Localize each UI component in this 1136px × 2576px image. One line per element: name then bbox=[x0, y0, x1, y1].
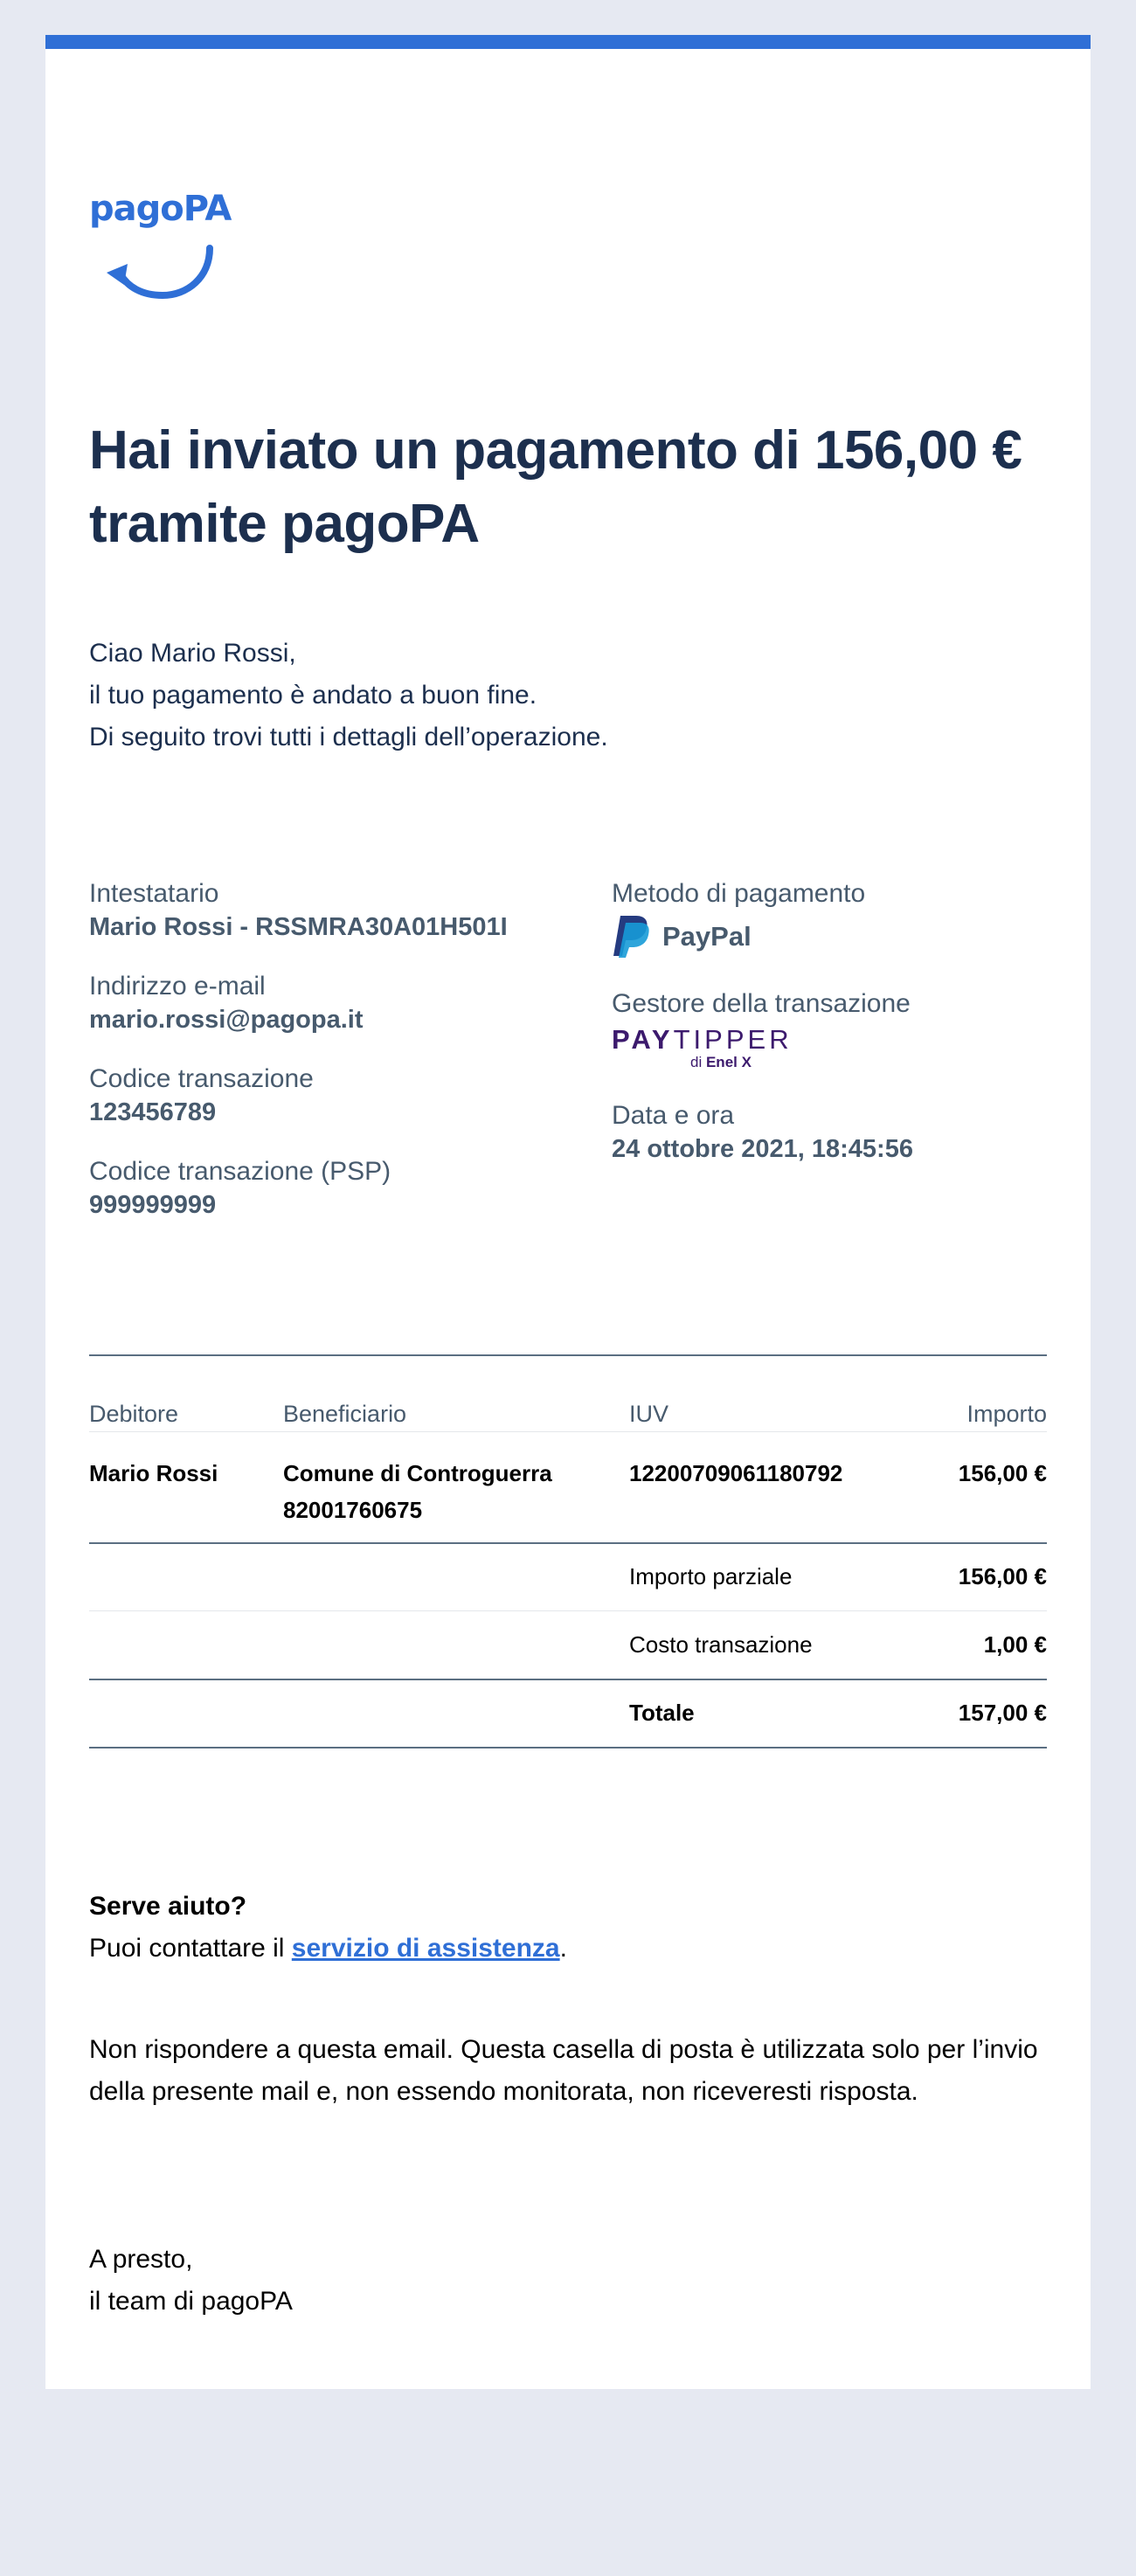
email-label: Indirizzo e-mail bbox=[89, 972, 266, 1001]
datetime-label: Data e ora bbox=[612, 1101, 735, 1130]
paytipper-logo-sub: di bbox=[690, 1054, 703, 1070]
header-beneficiary: Beneficiario bbox=[283, 1356, 629, 1432]
fee-row: Costo transazione 1,00 € bbox=[89, 1610, 1047, 1679]
greeting: Ciao Mario Rossi, il tuo pagamento è and… bbox=[89, 633, 1047, 758]
noreply-line-1: Non rispondere a questa email. Questa ca… bbox=[89, 2035, 1038, 2064]
total-row: Totale 157,00 € bbox=[89, 1678, 1047, 1748]
logo-arrow-icon bbox=[107, 245, 213, 300]
payment-method-name: PayPal bbox=[662, 921, 752, 952]
greeting-line-1: Ciao Mario Rossi, bbox=[89, 639, 296, 668]
row-debtor: Mario Rossi bbox=[89, 1431, 283, 1544]
holder-field: Intestatario Mario Rossi - RSSMRA30A01H5… bbox=[89, 877, 596, 944]
help-title: Serve aiuto? bbox=[89, 1892, 247, 1921]
pagopa-logo: pagoPA bbox=[89, 189, 1047, 300]
partial-amount-label: Importo parziale bbox=[629, 1542, 891, 1611]
psp-code-label: Codice transazione (PSP) bbox=[89, 1157, 391, 1186]
header-iuv: IUV bbox=[629, 1356, 891, 1432]
page-title-line-1: Hai inviato un pagamento di 156,00 € bbox=[89, 420, 1022, 481]
partial-amount-value: 156,00 € bbox=[891, 1542, 1047, 1611]
support-link[interactable]: servizio di assistenza bbox=[292, 1934, 560, 1963]
greeting-line-2: il tuo pagamento è andato a buon fine. bbox=[89, 681, 537, 710]
payment-method-label: Metodo di pagamento bbox=[612, 879, 866, 908]
details-right-column: Metodo di pagamento PayPal Gestore della… bbox=[612, 877, 1049, 1192]
email-card: pagoPA Hai inviato un pagamento di 156,0… bbox=[45, 35, 1091, 2389]
datetime-value: 24 ottobre 2021, 18:45:56 bbox=[612, 1135, 913, 1163]
total-label: Totale bbox=[629, 1678, 891, 1748]
paytipper-logo-sub-brand: Enel X bbox=[705, 1054, 752, 1070]
signoff: A presto, il team di pagoPA bbox=[89, 2239, 1047, 2323]
transaction-details: Intestatario Mario Rossi - RSSMRA30A01H5… bbox=[89, 877, 1047, 1297]
transaction-manager-field: Gestore della transazione PAYTIPPER di E… bbox=[612, 987, 1049, 1073]
header-debtor: Debitore bbox=[89, 1356, 283, 1432]
row-beneficiary-name: Comune di Controguerra bbox=[283, 1459, 552, 1486]
transaction-code-label: Codice transazione bbox=[89, 1064, 314, 1093]
paypal-icon bbox=[613, 916, 649, 958]
noreply-notice: Non rispondere a questa email. Questa ca… bbox=[89, 2029, 1047, 2113]
payment-method-field: Metodo di pagamento PayPal bbox=[612, 877, 1049, 961]
psp-code-field: Codice transazione (PSP) 999999999 bbox=[89, 1155, 596, 1222]
greeting-line-3: Di seguito trovi tutti i dettagli dell’o… bbox=[89, 723, 608, 751]
row-amount: 156,00 € bbox=[891, 1431, 1047, 1544]
partial-amount-row: Importo parziale 156,00 € bbox=[89, 1542, 1047, 1611]
payment-method-value: PayPal bbox=[612, 912, 1049, 961]
noreply-line-2: della presente mail e, non essendo monit… bbox=[89, 2077, 918, 2106]
help-section: Serve aiuto? Puoi contattare il servizio… bbox=[89, 1886, 1047, 1970]
psp-code-value: 999999999 bbox=[89, 1191, 217, 1219]
payment-table: Debitore Beneficiario IUV Importo Mario … bbox=[89, 1354, 1047, 1748]
paytipper-logo-pay: PAY bbox=[612, 1024, 674, 1055]
transaction-code-field: Codice transazione 123456789 bbox=[89, 1063, 596, 1129]
header-amount: Importo bbox=[891, 1356, 1047, 1432]
holder-label: Intestatario bbox=[89, 879, 219, 908]
holder-value: Mario Rossi - RSSMRA30A01H501I bbox=[89, 913, 508, 941]
signoff-line-1: A presto, bbox=[89, 2245, 193, 2274]
signoff-line-2: il team di pagoPA bbox=[89, 2287, 293, 2316]
page-title: Hai inviato un pagamento di 156,00 € tra… bbox=[89, 414, 1047, 561]
email-field: Indirizzo e-mail mario.rossi@pagopa.it bbox=[89, 970, 596, 1036]
row-iuv: 12200709061180792 bbox=[629, 1431, 891, 1544]
row-beneficiary-code: 82001760675 bbox=[283, 1496, 423, 1523]
paytipper-logo: PAYTIPPER di Enel X bbox=[612, 1024, 1049, 1073]
transaction-manager-label: Gestore della transazione bbox=[612, 989, 911, 1018]
table-row: Mario Rossi Comune di Controguerra 82001… bbox=[89, 1431, 1047, 1544]
fee-label: Costo transazione bbox=[629, 1610, 891, 1679]
fee-value: 1,00 € bbox=[891, 1610, 1047, 1679]
total-value: 157,00 € bbox=[891, 1678, 1047, 1748]
paytipper-logo-tipper: TIPPER bbox=[673, 1024, 793, 1055]
details-left-column: Intestatario Mario Rossi - RSSMRA30A01H5… bbox=[89, 877, 596, 1248]
page-title-line-2: tramite pagoPA bbox=[89, 494, 480, 554]
transaction-code-value: 123456789 bbox=[89, 1098, 217, 1126]
email-value: mario.rossi@pagopa.it bbox=[89, 1006, 364, 1034]
row-beneficiary: Comune di Controguerra 82001760675 bbox=[283, 1431, 629, 1544]
help-text: Puoi contattare il servizio di assistenz… bbox=[89, 1934, 567, 1963]
table-header-row: Debitore Beneficiario IUV Importo bbox=[89, 1356, 1047, 1432]
datetime-field: Data e ora 24 ottobre 2021, 18:45:56 bbox=[612, 1099, 1049, 1166]
